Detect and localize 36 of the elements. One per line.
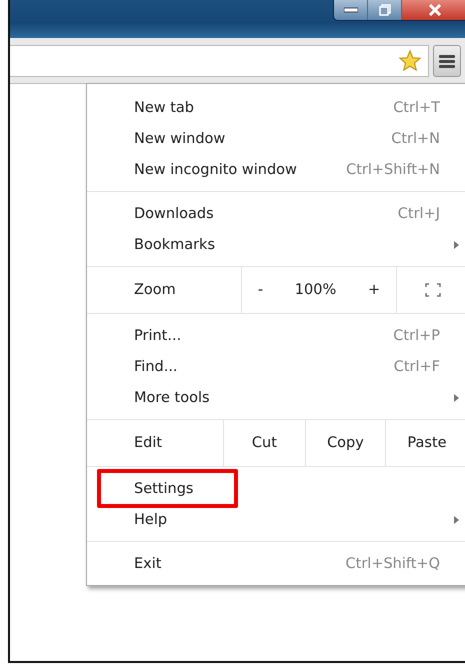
zoom-in-button[interactable]: + <box>368 282 380 298</box>
star-icon[interactable] <box>398 48 422 72</box>
minimize-icon <box>344 7 358 13</box>
menu-item[interactable]: Bookmarks <box>134 236 440 252</box>
menu-item[interactable]: New tab <box>134 100 394 116</box>
zoom-out-button[interactable]: - <box>258 282 264 298</box>
zoom-label: Zoom <box>134 282 176 298</box>
menu-item[interactable]: More tools <box>134 390 440 406</box>
shortcut-text: Ctrl+Shift+Q <box>346 556 440 572</box>
menu-item[interactable]: New window <box>134 130 392 146</box>
menu-icon <box>439 54 455 68</box>
shortcut-text: Ctrl+P <box>393 328 440 344</box>
minimize-button[interactable] <box>334 0 368 20</box>
menu-item[interactable]: Exit <box>134 556 346 572</box>
shortcut-text: Ctrl+J <box>398 206 440 222</box>
fullscreen-icon <box>424 283 440 297</box>
restore-icon <box>378 4 390 16</box>
menu-item[interactable]: Help <box>134 512 440 528</box>
menu-item[interactable]: Settings <box>134 480 440 496</box>
shortcut-text: Ctrl+T <box>393 100 440 116</box>
shortcut-text: Ctrl+F <box>394 358 440 374</box>
edit-action-button[interactable]: Paste <box>384 420 465 466</box>
shortcut-text: Ctrl+N <box>391 130 440 146</box>
close-icon <box>428 4 442 16</box>
close-button[interactable] <box>402 0 465 20</box>
edit-label: Edit <box>134 435 162 451</box>
edit-action-button[interactable]: Cut <box>222 420 305 466</box>
edit-action-button[interactable]: Copy <box>304 420 385 466</box>
menu-item[interactable]: Print... <box>134 328 394 344</box>
shortcut-text: Ctrl+Shift+N <box>346 162 440 178</box>
menu-item[interactable]: Find... <box>134 358 394 374</box>
menu-item[interactable]: Downloads <box>134 206 398 222</box>
restore-button[interactable] <box>368 0 402 20</box>
zoom-level: 100% <box>294 282 336 298</box>
menu-item[interactable]: New incognito window <box>134 162 346 178</box>
menu-button[interactable] <box>433 44 461 76</box>
